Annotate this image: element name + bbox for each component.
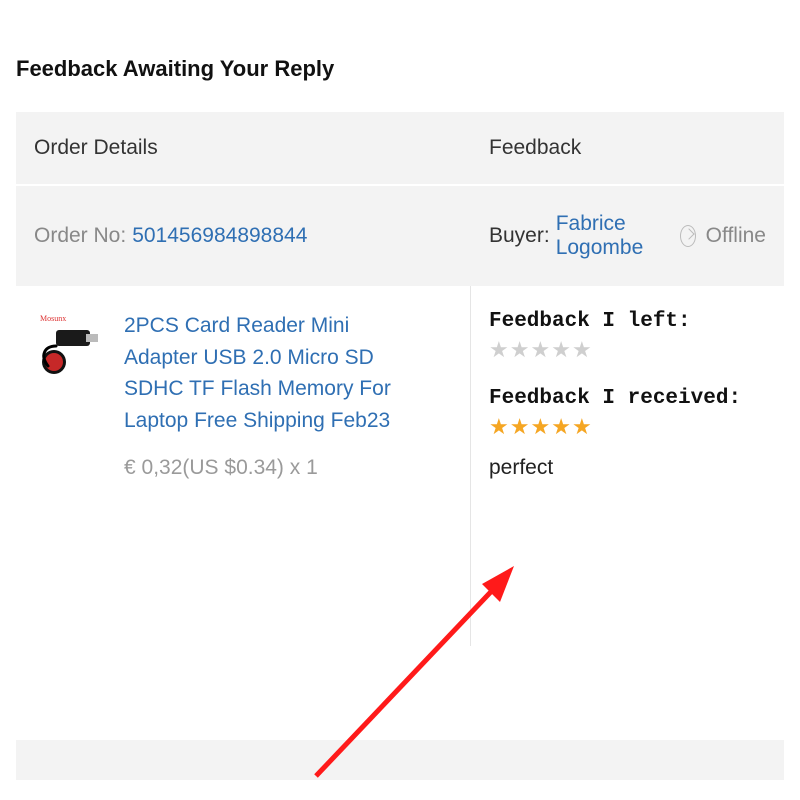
- buyer-label: Buyer:: [489, 224, 550, 248]
- body-row: Mosunx 2PCS Card Reader Mini Adapter USB…: [16, 286, 784, 646]
- order-no-link[interactable]: 501456984898844: [132, 224, 307, 248]
- buyer-status: Offline: [706, 224, 766, 248]
- feedback-received-block: Feedback I received: ★ ★ ★ ★ ★ perfect: [489, 387, 766, 480]
- col-header-feedback: Feedback: [471, 112, 784, 184]
- star-icon: ★: [530, 416, 550, 438]
- status-clock-icon: [680, 225, 696, 247]
- spacer: [16, 706, 784, 740]
- order-no-label: Order No:: [34, 224, 126, 248]
- star-icon: ★: [572, 339, 592, 361]
- product-title-link[interactable]: 2PCS Card Reader Mini Adapter USB 2.0 Mi…: [124, 310, 404, 436]
- order-meta-row: Order No: 501456984898844 Buyer: Fabrice…: [16, 186, 784, 286]
- product-thumbnail[interactable]: Mosunx: [34, 310, 110, 386]
- star-icon: ★: [551, 339, 571, 361]
- feedback-left-label: Feedback I left:: [489, 310, 766, 333]
- buyer-cell: Buyer: Fabrice Logombe Offline: [471, 186, 784, 286]
- feedback-left-stars[interactable]: ★ ★ ★ ★ ★: [489, 339, 766, 361]
- col-header-order-details: Order Details: [16, 112, 471, 184]
- star-icon: ★: [510, 416, 530, 438]
- order-details-cell: Mosunx 2PCS Card Reader Mini Adapter USB…: [16, 286, 471, 646]
- feedback-left-block: Feedback I left: ★ ★ ★ ★ ★: [489, 310, 766, 361]
- star-icon: ★: [489, 339, 509, 361]
- feedback-received-label: Feedback I received:: [489, 387, 766, 410]
- star-icon: ★: [551, 416, 571, 438]
- star-icon: ★: [510, 339, 530, 361]
- footer-bar: [16, 740, 784, 780]
- product-price: € 0,32(US $0.34) x 1: [124, 456, 404, 480]
- product-brand: Mosunx: [40, 314, 66, 323]
- star-icon: ★: [489, 416, 509, 438]
- page-title: Feedback Awaiting Your Reply: [16, 56, 784, 82]
- feedback-received-stars: ★ ★ ★ ★ ★: [489, 416, 766, 438]
- star-icon: ★: [530, 339, 550, 361]
- buyer-name-link[interactable]: Fabrice Logombe: [556, 212, 670, 260]
- product-info: 2PCS Card Reader Mini Adapter USB 2.0 Mi…: [124, 310, 404, 596]
- star-icon: ★: [572, 416, 592, 438]
- table-header-row: Order Details Feedback: [16, 112, 784, 186]
- feedback-cell: Feedback I left: ★ ★ ★ ★ ★ Feedback I re…: [471, 286, 784, 646]
- feedback-received-text: perfect: [489, 456, 766, 480]
- order-number: Order No: 501456984898844: [16, 186, 471, 286]
